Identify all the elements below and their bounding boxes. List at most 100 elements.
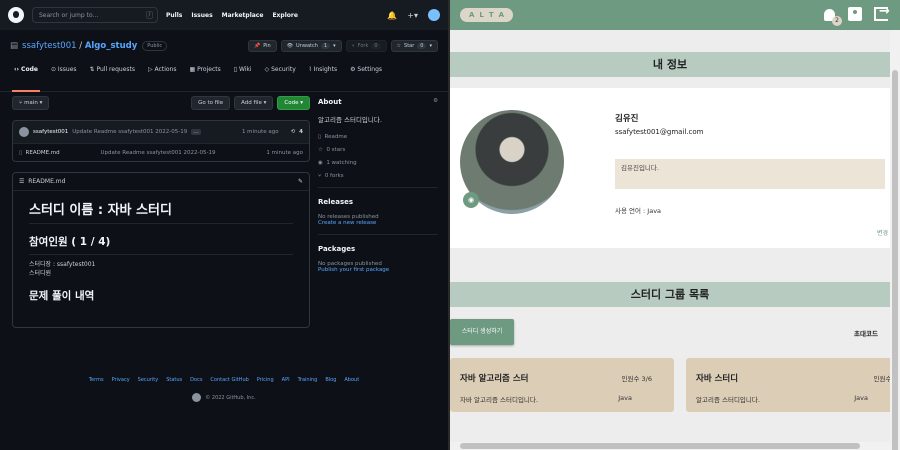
logout-icon[interactable] (874, 4, 890, 23)
invite-code-button[interactable]: 초대코드 (854, 328, 878, 338)
repo-main: ⑂ main ▾ Go to file Add file ▾ Code ▾ ss… (12, 96, 310, 328)
tab-settings[interactable]: ⚙ Settings (350, 66, 382, 92)
create-study-button[interactable]: 스터디 생성하기 (450, 319, 514, 345)
footer-link[interactable]: API (282, 377, 290, 383)
footer-link[interactable]: Security (138, 377, 159, 383)
notification-bell-icon[interactable]: 🔔 (387, 11, 397, 20)
nav-marketplace[interactable]: Marketplace (222, 12, 264, 19)
unwatch-button[interactable]: 👁 Unwatch 1 ▾ (280, 40, 342, 52)
commit-message[interactable]: Update Readme ssafytest001 2022-05-19 (72, 129, 187, 135)
about-readme[interactable]: ▯ Readme (318, 134, 438, 140)
commit-count[interactable]: 4 (299, 129, 303, 135)
footer-link[interactable]: Status (166, 377, 182, 383)
list-icon[interactable]: ☰ (19, 178, 24, 185)
camera-icon[interactable]: ◉ (463, 192, 479, 208)
about-forks[interactable]: ⑂ 0 forks (318, 173, 438, 179)
edit-pencil-icon[interactable]: ✎ (298, 178, 303, 185)
scroll-thumb[interactable] (460, 443, 860, 449)
star-button[interactable]: ☆ Star 0 ▾ (390, 40, 438, 52)
history-icon[interactable]: ⟲ (291, 129, 296, 135)
repo-header: ▤ ssafytest001 / Algo_study Public 📌 Pin … (0, 30, 448, 52)
nav-issues[interactable]: Issues (191, 12, 212, 19)
profile-email: ssafytest001@gmail.com (615, 128, 704, 136)
repo-name-link[interactable]: Algo_study (85, 41, 137, 51)
footer-link[interactable]: Training (298, 377, 318, 383)
footer-link[interactable]: About (344, 377, 359, 383)
pin-icon: 📌 (253, 43, 261, 49)
profile-language: 사용 언어 : Java (615, 207, 662, 215)
account-box-icon[interactable] (848, 7, 864, 23)
footer-links: Terms Privacy Security Status Docs Conta… (0, 377, 448, 383)
branch-select[interactable]: ⑂ main ▾ (12, 96, 50, 110)
repo-separator: / (76, 41, 85, 51)
branch-icon: ⑂ (19, 100, 23, 106)
tab-issues[interactable]: ⊙ Issues (51, 66, 77, 92)
tab-security[interactable]: ◇ Security (265, 66, 296, 92)
packages-title[interactable]: Packages (318, 245, 438, 253)
app-header: A L T A 2 (450, 0, 900, 30)
footer-copyright: © 2022 GitHub, Inc. (0, 393, 448, 402)
profile-edit-link[interactable]: 변경 (877, 228, 888, 237)
code-button[interactable]: Code ▾ (277, 96, 310, 110)
readme-header: ☰ README.md ✎ (13, 173, 309, 191)
tab-projects[interactable]: ▦ Projects (189, 66, 220, 92)
pin-button[interactable]: 📌 Pin (247, 40, 277, 52)
table-icon: ▦ (189, 66, 196, 73)
footer-link[interactable]: Pricing (257, 377, 274, 383)
profile-intro: 김유진입니다. (615, 159, 885, 189)
nav-pulls[interactable]: Pulls (166, 12, 182, 19)
nav-explore[interactable]: Explore (272, 12, 297, 19)
tab-insights[interactable]: ⌇ Insights (309, 66, 337, 92)
github-logo-icon[interactable] (192, 393, 202, 402)
file-name[interactable]: README.md (26, 150, 101, 156)
book-icon: ▯ (318, 134, 322, 140)
publish-package-link[interactable]: Publish your first package (318, 267, 438, 273)
repo-owner-link[interactable]: ssafytest001 (22, 41, 77, 51)
tab-wiki[interactable]: ▯ Wiki (234, 66, 252, 92)
repo-tabs: ‹› Code ⊙ Issues ⇅ Pull requests ▷ Actio… (0, 52, 448, 92)
github-footer: Terms Privacy Security Status Docs Conta… (0, 377, 448, 402)
tab-actions[interactable]: ▷ Actions (148, 66, 176, 92)
go-to-file-button[interactable]: Go to file (191, 96, 231, 110)
profile-section-title: 내 정보 (450, 52, 890, 77)
repo-sidebar: About ⚙ 알고리즘 스터디입니다. ▯ Readme ☆ 0 stars … (318, 98, 438, 273)
github-search-input[interactable]: Search or jump to... / (32, 7, 158, 23)
footer-link[interactable]: Privacy (112, 377, 130, 383)
scroll-thumb[interactable] (892, 70, 898, 450)
study-group-card[interactable]: 자바 알고리즘 스터 인원수 3/6 자바 알고리즘 스터디입니다. Java (450, 358, 674, 412)
repo-icon: ▤ (10, 41, 19, 51)
footer-link[interactable]: Contact GitHub (210, 377, 248, 383)
alta-logo[interactable]: A L T A (460, 8, 514, 22)
about-stars[interactable]: ☆ 0 stars (318, 147, 438, 153)
github-header: Search or jump to... / Pulls Issues Mark… (0, 0, 448, 30)
repo-actions: 📌 Pin 👁 Unwatch 1 ▾ ⑂ Fork 0 ☆ Star 0 ▾ (247, 40, 438, 52)
user-avatar[interactable] (428, 9, 440, 21)
tab-code[interactable]: ‹› Code (12, 66, 40, 92)
study-group-card[interactable]: 자바 스터디 인원수 1/4 알고리즘 스터디입니다. Java (686, 358, 900, 412)
footer-link[interactable]: Terms (89, 377, 104, 383)
fork-button[interactable]: ⑂ Fork 0 (345, 40, 387, 52)
notification-bell-icon[interactable]: 2 (822, 7, 842, 26)
latest-commit: ssafytest001 Update Readme ssafytest001 … (13, 121, 309, 143)
vertical-scrollbar[interactable] (890, 30, 900, 450)
plus-icon[interactable]: +▾ (407, 11, 418, 20)
footer-link[interactable]: Blog (325, 377, 336, 383)
create-release-link[interactable]: Create a new release (318, 220, 438, 226)
ellipsis-icon[interactable]: … (191, 129, 201, 135)
horizontal-scrollbar[interactable] (450, 442, 890, 450)
commit-author[interactable]: ssafytest001 (33, 129, 68, 135)
graph-icon: ⌇ (308, 66, 312, 73)
footer-link[interactable]: Docs (190, 377, 202, 383)
releases-title[interactable]: Releases (318, 198, 438, 206)
about-watching[interactable]: ◉ 1 watching (318, 160, 438, 166)
chevron-down-icon: ▾ (39, 100, 43, 106)
chevron-down-icon: ▾ (429, 43, 432, 49)
gear-icon[interactable]: ⚙ (433, 98, 438, 104)
add-file-button[interactable]: Add file ▾ (234, 96, 274, 110)
tab-pull-requests[interactable]: ⇅ Pull requests (90, 66, 135, 92)
github-logo-icon[interactable] (8, 7, 24, 23)
file-commit-message[interactable]: Update Readme ssafytest001 2022-05-19 (101, 150, 216, 156)
file-row[interactable]: ▯ README.md Update Readme ssafytest001 2… (13, 143, 309, 161)
code-icon: ‹› (14, 66, 19, 73)
readme-content: 스터디 이름 : 자바 스터디 참여인원 ( 1 / 4) 스터디장 : ssa… (13, 191, 309, 316)
